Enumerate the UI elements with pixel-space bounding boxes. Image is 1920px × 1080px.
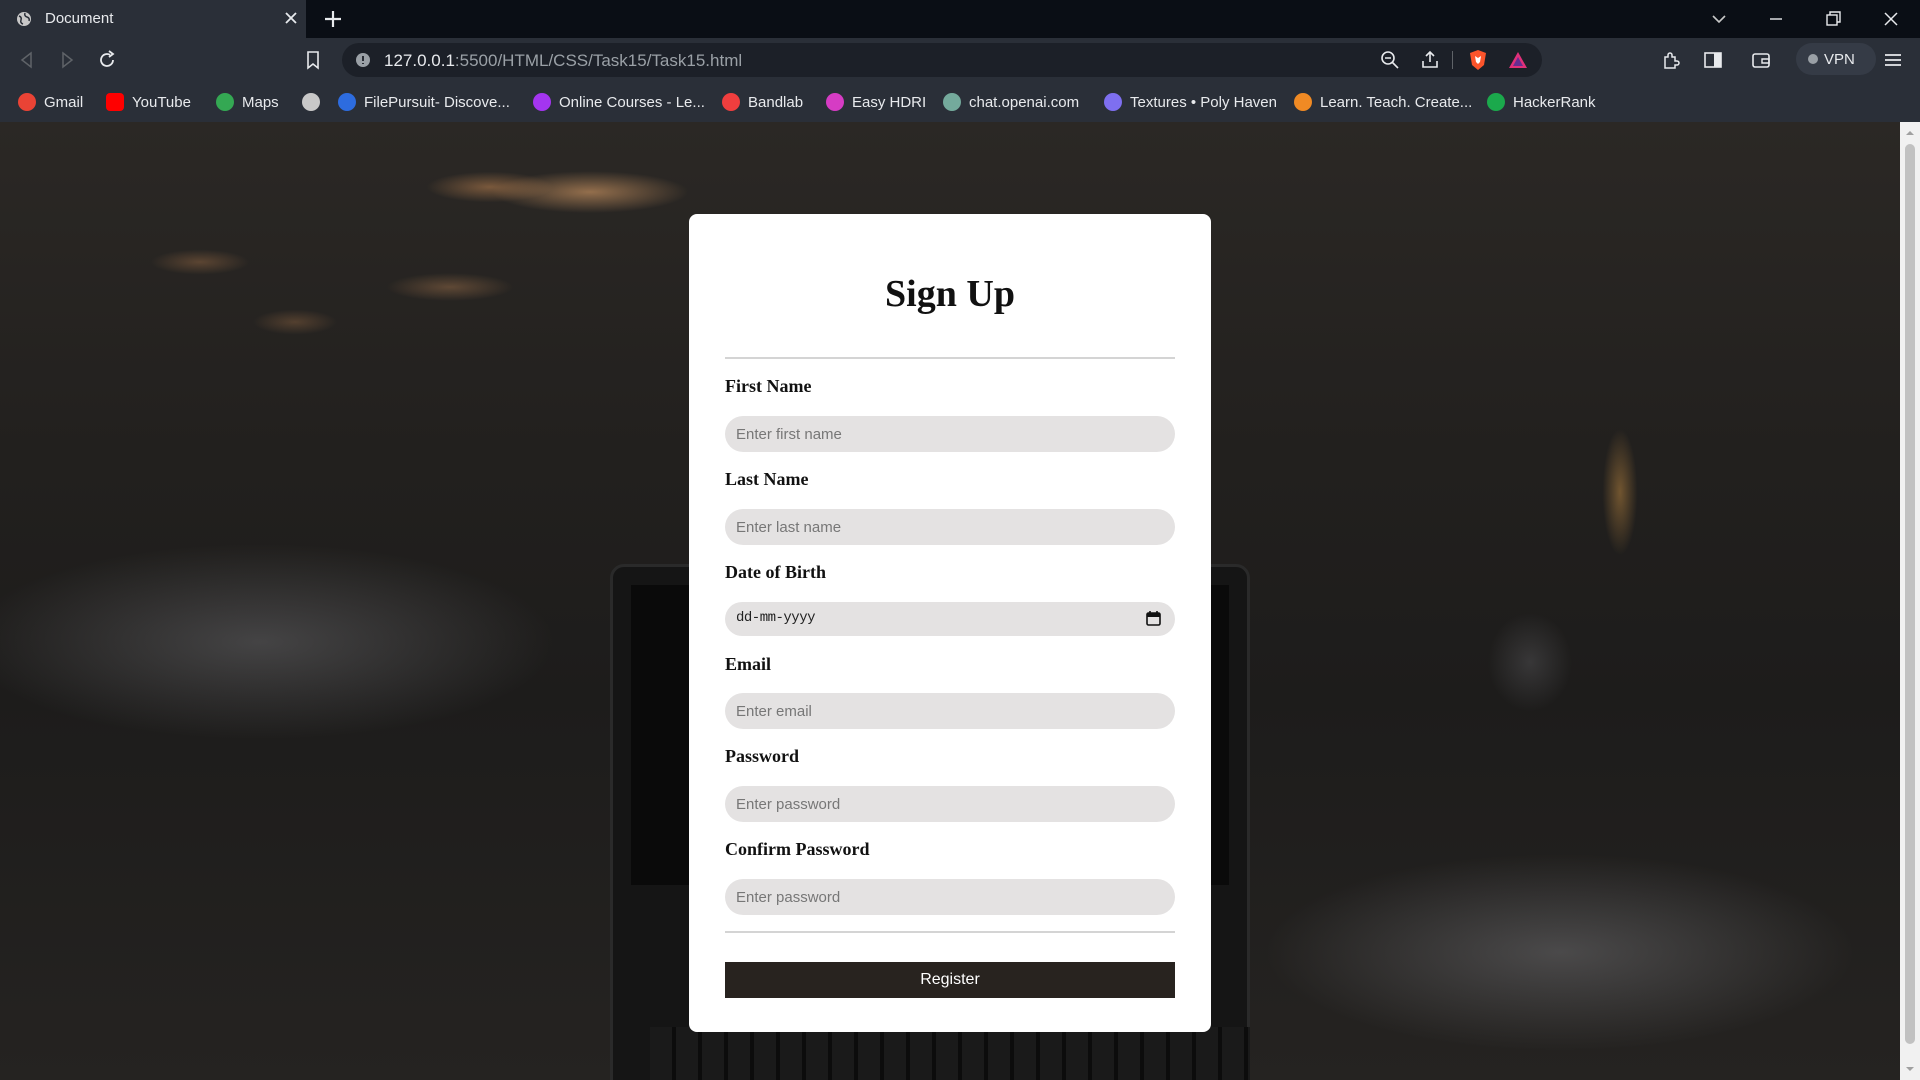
openai-icon [943, 93, 961, 111]
bookmark-label: HackerRank [1513, 93, 1596, 111]
polyhaven-icon [1104, 93, 1122, 111]
bookmark-label: FilePursuit- Discove... [364, 93, 510, 111]
bookmark-label: Bandlab [748, 93, 804, 111]
hackerrank-icon [1487, 93, 1505, 111]
site-info-icon[interactable] [352, 49, 374, 71]
bookmark-item[interactable]: Bandlab [722, 90, 803, 114]
first-name-input[interactable] [725, 416, 1175, 452]
youtube-icon [106, 93, 124, 111]
url-text[interactable]: 127.0.0.1:5500/HTML/CSS/Task15/Task15.ht… [384, 51, 742, 71]
address-divider [1452, 51, 1453, 69]
last-name-input[interactable] [725, 509, 1175, 545]
sidebar-icon[interactable] [1702, 49, 1724, 71]
easyhdri-icon [826, 93, 844, 111]
password-input[interactable] [725, 786, 1175, 822]
email-label: Email [725, 654, 772, 674]
bookmark-item[interactable]: Maps [216, 90, 279, 114]
bookmark-item[interactable]: Easy HDRI [826, 90, 926, 114]
bandlab-icon [722, 93, 740, 111]
maps-icon [216, 93, 234, 111]
bookmark-icon[interactable] [302, 49, 324, 71]
tab-search-icon[interactable] [1708, 8, 1730, 30]
first-name-label: First Name [725, 376, 812, 396]
register-button[interactable]: Register [725, 962, 1175, 998]
bookmark-label: Textures • Poly Haven [1130, 93, 1277, 111]
menu-icon[interactable] [1882, 49, 1904, 71]
dob-label: Date of Birth [725, 562, 826, 582]
bookmark-item[interactable]: HackerRank [1487, 90, 1596, 114]
page-scrollbar[interactable] [1900, 122, 1920, 1080]
close-window-icon[interactable] [1880, 8, 1902, 30]
confirm-password-input[interactable] [725, 879, 1175, 915]
brave-shields-icon[interactable] [1467, 49, 1489, 71]
vpn-label: VPN [1824, 50, 1855, 68]
bookmark-label: Maps [242, 93, 279, 111]
bookmark-label: Online Courses - Le... [559, 93, 705, 111]
dob-input[interactable]: dd-mm-yyyy [725, 602, 1175, 636]
bookmark-item[interactable]: Textures • Poly Haven [1104, 90, 1277, 114]
scroll-down-icon[interactable] [1905, 1064, 1915, 1074]
gmail-icon [18, 93, 36, 111]
confirm-password-label: Confirm Password [725, 839, 870, 859]
address-bar[interactable]: 127.0.0.1:5500/HTML/CSS/Task15/Task15.ht… [342, 43, 1542, 77]
email-input[interactable] [725, 693, 1175, 729]
bookmark-item[interactable]: YouTube [106, 90, 191, 114]
browser-toolbar: 127.0.0.1:5500/HTML/CSS/Task15/Task15.ht… [0, 38, 1920, 82]
share-icon[interactable] [1419, 49, 1441, 71]
bookmark-label: YouTube [132, 93, 191, 111]
password-label: Password [725, 746, 800, 766]
forward-icon[interactable] [56, 49, 78, 71]
close-tab-icon[interactable] [282, 9, 300, 27]
minimize-icon[interactable] [1765, 8, 1787, 30]
bookmark-label: Learn. Teach. Create... [1320, 93, 1473, 111]
title-bar: Document [0, 0, 1920, 38]
dob-value: dd-mm-yyyy [736, 610, 816, 626]
browser-tab[interactable]: Document [0, 0, 306, 38]
tab-title: Document [45, 10, 114, 27]
restore-icon[interactable] [1822, 8, 1844, 30]
bookmarks-bar: Gmail YouTube Maps FilePursuit- Discove... O… [0, 82, 1920, 122]
udemy-icon [533, 93, 551, 111]
last-name-label: Last Name [725, 469, 809, 489]
reload-icon[interactable] [96, 49, 118, 71]
globe-icon [302, 93, 320, 111]
bookmark-item[interactable]: Online Courses - Le... [533, 90, 705, 114]
url-path: :5500/HTML/CSS/Task15/Task15.html [454, 51, 743, 70]
signup-title: Sign Up [885, 273, 1015, 315]
scroll-up-icon[interactable] [1905, 128, 1915, 138]
laptop-keyboard-image [650, 1027, 1250, 1080]
vpn-status-icon [1808, 54, 1818, 64]
signup-card: Sign Up First Name Last Name Date of Bir… [689, 214, 1211, 1032]
bookmark-item[interactable]: Learn. Teach. Create... [1294, 90, 1472, 114]
back-icon[interactable] [16, 49, 38, 71]
extensions-icon[interactable] [1660, 49, 1682, 71]
bookmark-label: Gmail [44, 93, 84, 111]
new-tab-icon[interactable] [322, 8, 344, 30]
calendar-icon[interactable] [1145, 610, 1162, 627]
bookmark-item[interactable] [302, 90, 320, 114]
zoom-icon[interactable] [1379, 49, 1401, 71]
learn-icon [1294, 93, 1312, 111]
top-divider [725, 357, 1175, 359]
vpn-button[interactable]: VPN [1796, 43, 1876, 75]
filepursuit-icon [338, 93, 356, 111]
globe-icon [17, 12, 31, 26]
wallet-icon[interactable] [1750, 49, 1772, 71]
bookmark-item[interactable]: FilePursuit- Discove... [338, 90, 510, 114]
bookmark-label: chat.openai.com [969, 93, 1080, 111]
brave-rewards-icon[interactable] [1507, 49, 1529, 71]
scroll-thumb[interactable] [1905, 144, 1915, 1044]
url-host: 127.0.0.1 [384, 51, 455, 70]
bookmark-item[interactable]: chat.openai.com [943, 90, 1079, 114]
bottom-divider [725, 931, 1175, 933]
bookmark-item[interactable]: Gmail [18, 90, 83, 114]
bookmark-label: Easy HDRI [852, 93, 927, 111]
